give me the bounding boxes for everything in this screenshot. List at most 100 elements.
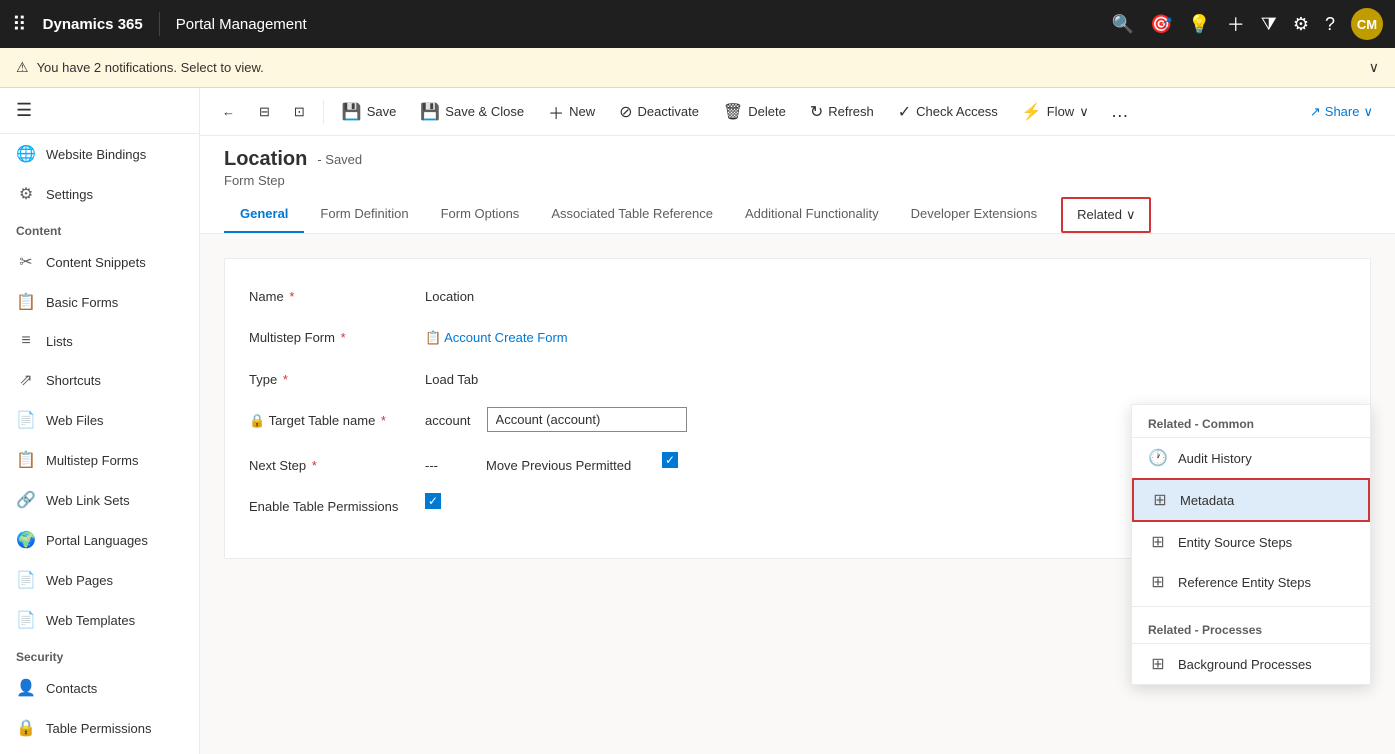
toolbar: ← ⊟ ⊡ 💾 Save 💾 Save & Close ＋ New ⊘ <box>200 88 1395 136</box>
required-asterisk-2: * <box>341 330 346 345</box>
sidebar-label-web-files: Web Files <box>46 413 104 428</box>
deactivate-button[interactable]: ⊘ Deactivate <box>609 96 709 128</box>
contacts-icon: 👤 <box>16 678 36 698</box>
sidebar-label-basic-forms: Basic Forms <box>46 295 118 310</box>
sidebar-label-settings: Settings <box>46 187 93 202</box>
table-permissions-icon: 🔒 <box>16 718 36 738</box>
sidebar-item-basic-forms[interactable]: 📋 Basic Forms <box>0 282 199 322</box>
more-button[interactable]: … <box>1103 95 1137 128</box>
new-tab-button[interactable]: ⊡ <box>284 98 315 126</box>
target-icon[interactable]: 🎯 <box>1150 14 1172 35</box>
record-name: Location <box>224 148 307 171</box>
view-button[interactable]: ⊟ <box>249 98 280 126</box>
move-previous-col: Move Previous Permitted ✓ <box>486 452 678 473</box>
sidebar-label-web-link-sets: Web Link Sets <box>46 493 130 508</box>
refresh-button[interactable]: ↻ Refresh <box>800 96 884 128</box>
multistep-form-link[interactable]: Account Create Form <box>444 330 568 345</box>
background-processes-icon: ⊞ <box>1148 654 1168 674</box>
sidebar-item-portal-languages[interactable]: 🌍 Portal Languages <box>0 520 199 560</box>
background-processes-label: Background Processes <box>1178 657 1312 672</box>
sidebar-item-web-pages[interactable]: 📄 Web Pages <box>0 560 199 600</box>
tabs: General Form Definition Form Options Ass… <box>224 196 1371 233</box>
save-close-icon: 💾 <box>420 102 440 122</box>
notification-bar: ⚠ You have 2 notifications. Select to vi… <box>0 48 1395 88</box>
new-label: New <box>569 104 595 119</box>
field-move-previous-label: Move Previous Permitted <box>486 452 646 473</box>
back-button[interactable]: ← <box>212 98 245 125</box>
apps-icon[interactable]: ⠿ <box>12 12 27 37</box>
tab-additional-functionality[interactable]: Additional Functionality <box>729 196 895 233</box>
save-button[interactable]: 💾 Save <box>332 96 407 128</box>
sidebar-label-website-bindings: Website Bindings <box>46 147 146 162</box>
tab-developer-extensions[interactable]: Developer Extensions <box>895 196 1053 233</box>
audit-history-label: Audit History <box>1178 451 1252 466</box>
field-multistep-row: Multistep Form * 📋 Account Create Form <box>249 324 1346 346</box>
field-next-step-label: Next Step * <box>249 452 409 473</box>
view-icon: ⊟ <box>259 104 270 120</box>
share-icon: ↗ <box>1310 104 1321 120</box>
flow-button[interactable]: ⚡ Flow ∨ <box>1012 96 1099 128</box>
web-pages-icon: 📄 <box>16 570 36 590</box>
add-icon[interactable]: ＋ <box>1227 11 1245 37</box>
dropdown-item-entity-source-steps[interactable]: ⊞ Entity Source Steps <box>1132 522 1370 562</box>
settings-icon[interactable]: ⚙ <box>1293 14 1309 35</box>
lightbulb-icon[interactable]: 💡 <box>1188 14 1210 35</box>
dropdown-item-reference-entity-steps[interactable]: ⊞ Reference Entity Steps <box>1132 562 1370 602</box>
tab-associated-table-reference[interactable]: Associated Table Reference <box>535 196 729 233</box>
sidebar-item-table-permissions[interactable]: 🔒 Table Permissions <box>0 708 199 748</box>
sidebar-toggle[interactable]: ☰ <box>0 88 199 134</box>
sidebar-item-column-permissions[interactable]: 🔒 Column Permissio... <box>0 748 199 754</box>
enable-table-checkbox[interactable]: ✓ <box>425 493 441 509</box>
share-button[interactable]: ↗ Share ∨ <box>1300 98 1383 126</box>
dropdown-section-processes: Related - Processes <box>1132 611 1370 644</box>
notification-chevron[interactable]: ∨ <box>1369 59 1379 76</box>
sidebar-item-web-link-sets[interactable]: 🔗 Web Link Sets <box>0 480 199 520</box>
target-table-input[interactable] <box>487 407 687 432</box>
dropdown-item-audit-history[interactable]: 🕐 Audit History <box>1132 438 1370 478</box>
sidebar-item-contacts[interactable]: 👤 Contacts <box>0 668 199 708</box>
sidebar-item-web-templates[interactable]: 📄 Web Templates <box>0 600 199 640</box>
check-access-button[interactable]: ✓ Check Access <box>888 96 1008 128</box>
dropdown-item-background-processes[interactable]: ⊞ Background Processes <box>1132 644 1370 684</box>
filter-icon[interactable]: ⧩ <box>1261 14 1277 35</box>
reference-entity-steps-icon: ⊞ <box>1148 572 1168 592</box>
field-multistep-label: Multistep Form * <box>249 324 409 345</box>
sidebar-item-lists[interactable]: ≡ Lists <box>0 322 199 360</box>
field-type-value: Load Tab <box>425 366 478 387</box>
lists-icon: ≡ <box>16 332 36 350</box>
sidebar-label-web-templates: Web Templates <box>46 613 135 628</box>
search-icon[interactable]: 🔍 <box>1112 14 1134 35</box>
sidebar-item-shortcuts[interactable]: ⇗ Shortcuts <box>0 360 199 400</box>
related-label: Related <box>1077 207 1122 222</box>
audit-history-icon: 🕐 <box>1148 448 1168 468</box>
content-area: ← ⊟ ⊡ 💾 Save 💾 Save & Close ＋ New ⊘ <box>200 88 1395 754</box>
required-asterisk: * <box>289 289 294 304</box>
notification-text[interactable]: You have 2 notifications. Select to view… <box>37 60 264 75</box>
new-button[interactable]: ＋ New <box>538 94 605 130</box>
multistep-forms-icon: 📋 <box>16 450 36 470</box>
sidebar-item-settings[interactable]: ⚙ Settings <box>0 174 199 214</box>
sidebar-item-web-files[interactable]: 📄 Web Files <box>0 400 199 440</box>
field-name-row: Name * Location <box>249 283 1346 304</box>
tab-general[interactable]: General <box>224 196 304 233</box>
tab-related[interactable]: Related ∨ <box>1061 197 1151 233</box>
delete-button[interactable]: 🗑 Delete <box>713 96 796 128</box>
sidebar-item-content-snippets[interactable]: ✂ Content Snippets <box>0 242 199 282</box>
save-icon: 💾 <box>342 102 362 122</box>
move-previous-checkbox[interactable]: ✓ <box>662 452 678 468</box>
sidebar-item-website-bindings[interactable]: 🌐 Website Bindings <box>0 134 199 174</box>
tab-form-options[interactable]: Form Options <box>425 196 536 233</box>
tab-form-definition[interactable]: Form Definition <box>304 196 424 233</box>
avatar[interactable]: CM <box>1351 8 1383 40</box>
dropdown-item-metadata[interactable]: ⊞ Metadata <box>1132 478 1370 522</box>
help-icon[interactable]: ? <box>1325 14 1335 35</box>
web-templates-icon: 📄 <box>16 610 36 630</box>
metadata-label: Metadata <box>1180 493 1234 508</box>
sidebar-item-multistep-forms[interactable]: 📋 Multistep Forms <box>0 440 199 480</box>
web-link-sets-icon: 🔗 <box>16 490 36 510</box>
save-close-button[interactable]: 💾 Save & Close <box>410 96 534 128</box>
sidebar-label-portal-languages: Portal Languages <box>46 533 148 548</box>
field-target-value: account <box>425 407 471 428</box>
field-name-value: Location <box>425 283 474 304</box>
field-enable-table-label: Enable Table Permissions <box>249 493 409 514</box>
